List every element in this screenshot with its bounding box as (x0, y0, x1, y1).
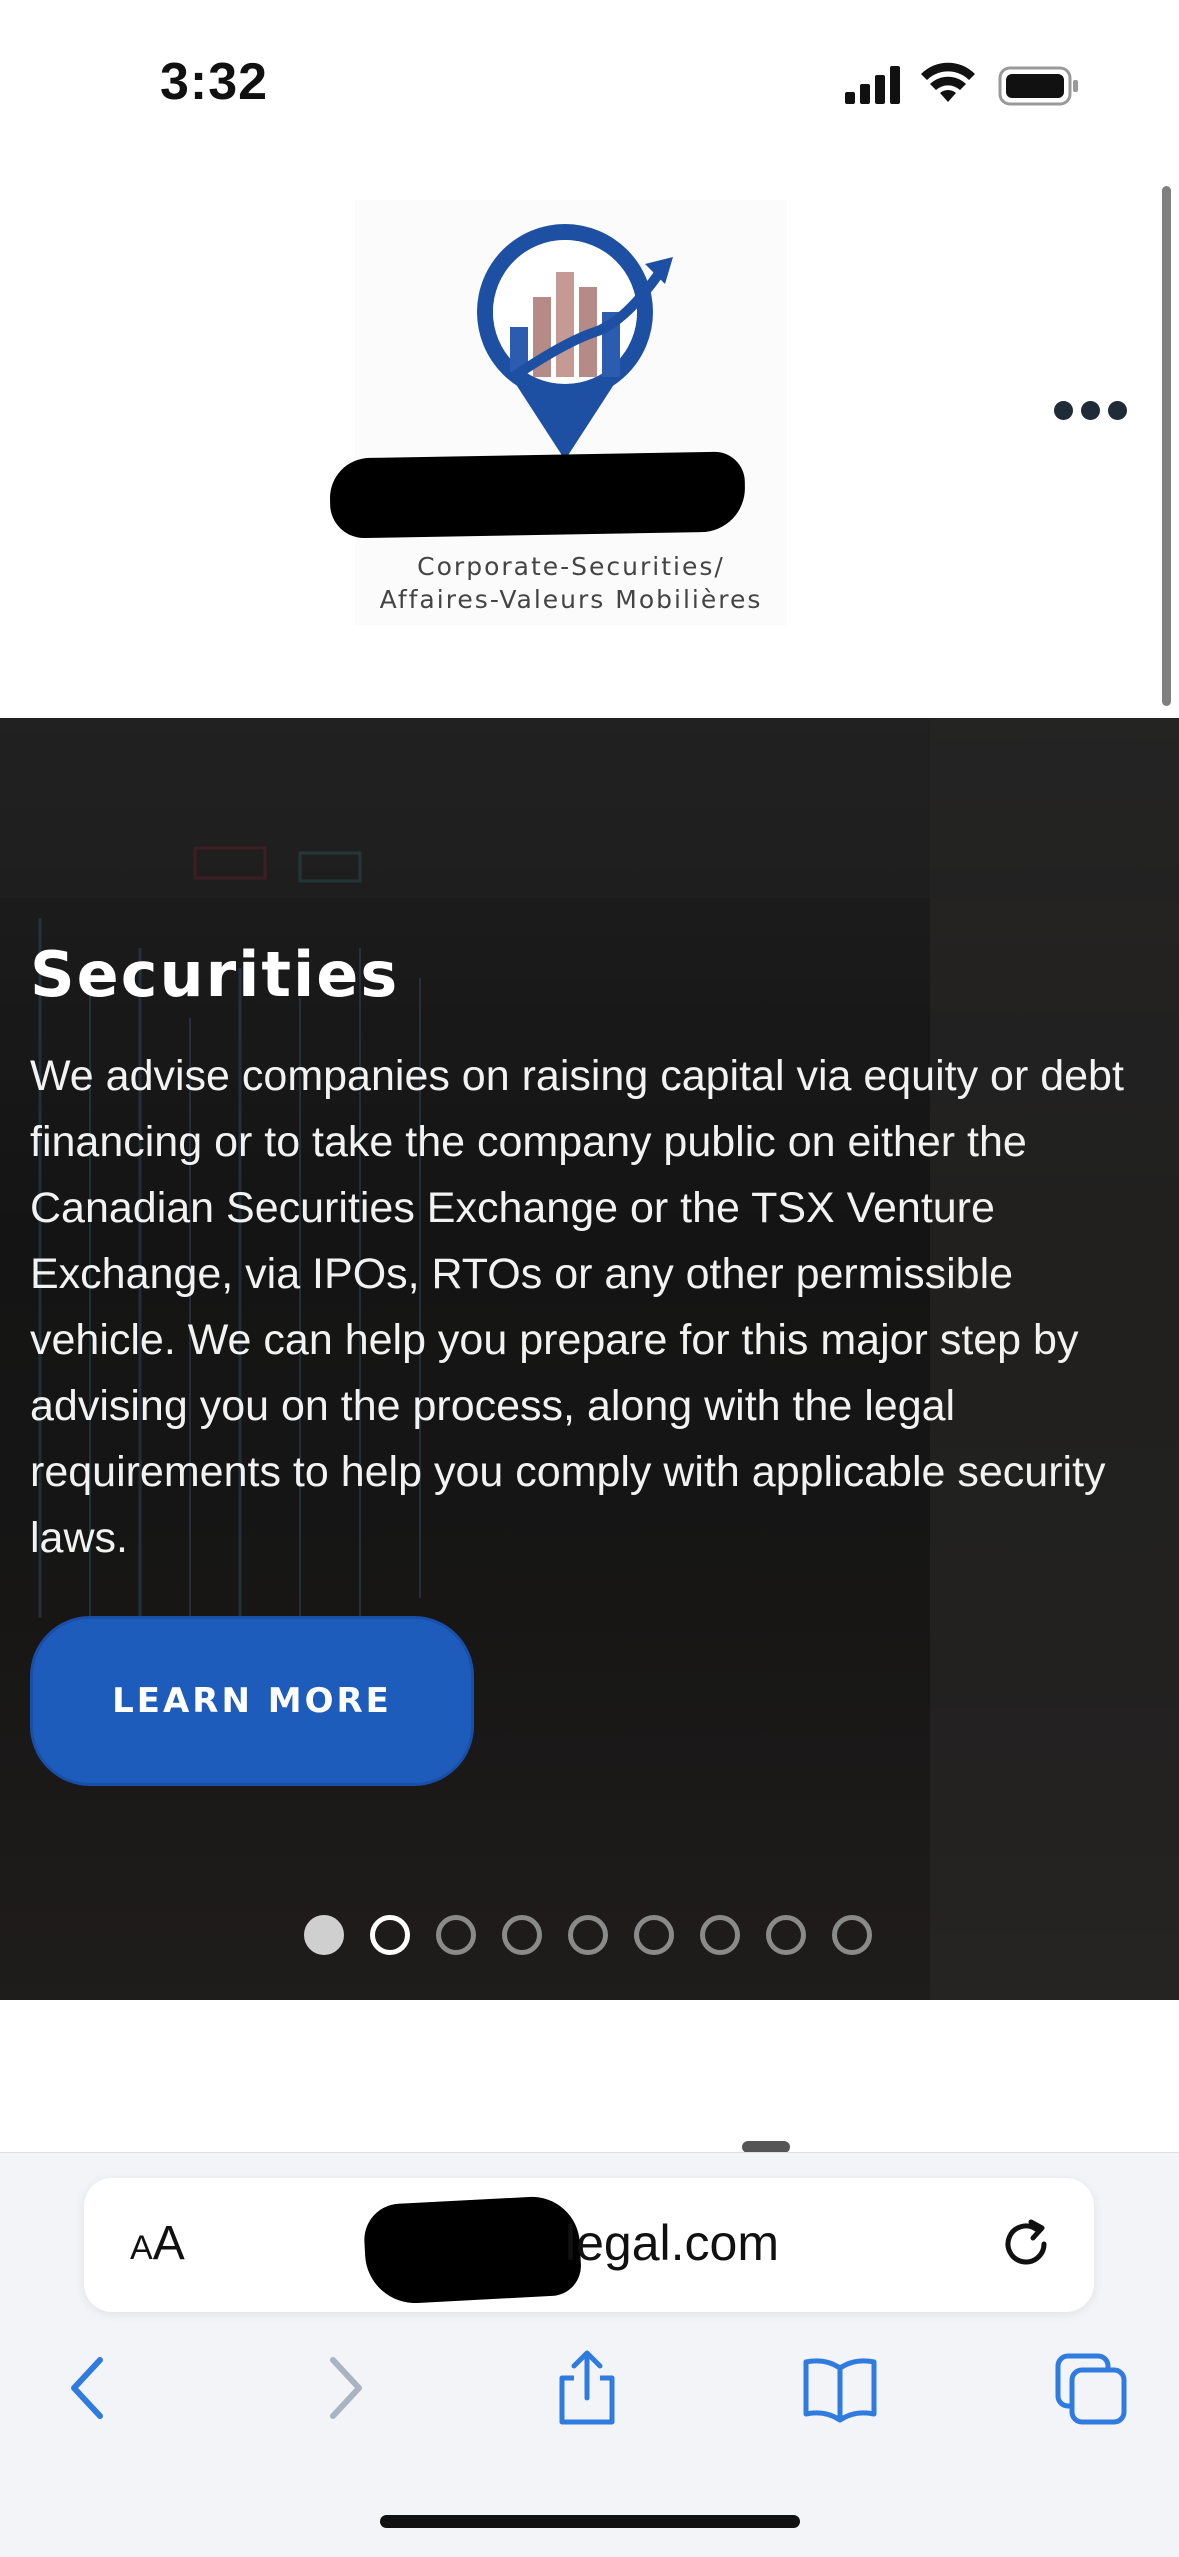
back-icon[interactable] (60, 2348, 120, 2428)
bookmarks-icon[interactable] (800, 2348, 880, 2428)
redaction-mark (329, 451, 746, 539)
reload-icon[interactable] (998, 2214, 1058, 2274)
logo-tagline-2: Affaires-Valeurs Mobilières (379, 585, 763, 614)
battery-icon (998, 66, 1078, 106)
logo-tagline-1: Corporate-Securities/ (417, 552, 725, 581)
share-icon[interactable] (552, 2348, 622, 2428)
slide-dot[interactable] (700, 1915, 740, 1955)
learn-more-button[interactable]: LEARN MORE (30, 1616, 474, 1786)
wifi-icon (921, 62, 975, 102)
more-dot-icon (1053, 400, 1073, 420)
scrollbar[interactable] (1162, 186, 1171, 706)
more-menu-button[interactable] (1050, 390, 1130, 430)
more-dot-icon (1107, 400, 1127, 420)
url-text: legal.com (565, 2215, 779, 2271)
status-bar: 3:32 (0, 0, 1179, 160)
slide-dot[interactable] (304, 1915, 344, 1955)
map-pin-chart-icon (477, 224, 673, 460)
home-indicator[interactable] (380, 2515, 800, 2528)
company-logo[interactable]: Corporate-Securities/ Affaires-Valeurs M… (355, 200, 787, 625)
hero-title: Securities (30, 938, 400, 1011)
slide-dot[interactable] (436, 1915, 476, 1955)
slide-dot-active[interactable] (370, 1915, 410, 1955)
redaction-mark (362, 2194, 583, 2306)
slider-pagination (304, 1915, 872, 1955)
slide-dot[interactable] (766, 1915, 806, 1955)
status-time: 3:32 (160, 53, 269, 111)
forward-icon[interactable] (315, 2348, 375, 2428)
slide-dot[interactable] (832, 1915, 872, 1955)
slide-dot[interactable] (634, 1915, 674, 1955)
slide-dot[interactable] (502, 1915, 542, 1955)
slide-dot[interactable] (568, 1915, 608, 1955)
more-dot-icon (1080, 400, 1100, 420)
cellular-signal-icon (845, 66, 900, 104)
tabs-icon[interactable] (1052, 2348, 1132, 2428)
hero-description: We advise companies on raising capital v… (30, 1052, 1124, 1562)
hero-slider: Securities We advise companies on raisin… (0, 718, 1179, 2000)
text-size-button[interactable]: AA (130, 2216, 185, 2271)
